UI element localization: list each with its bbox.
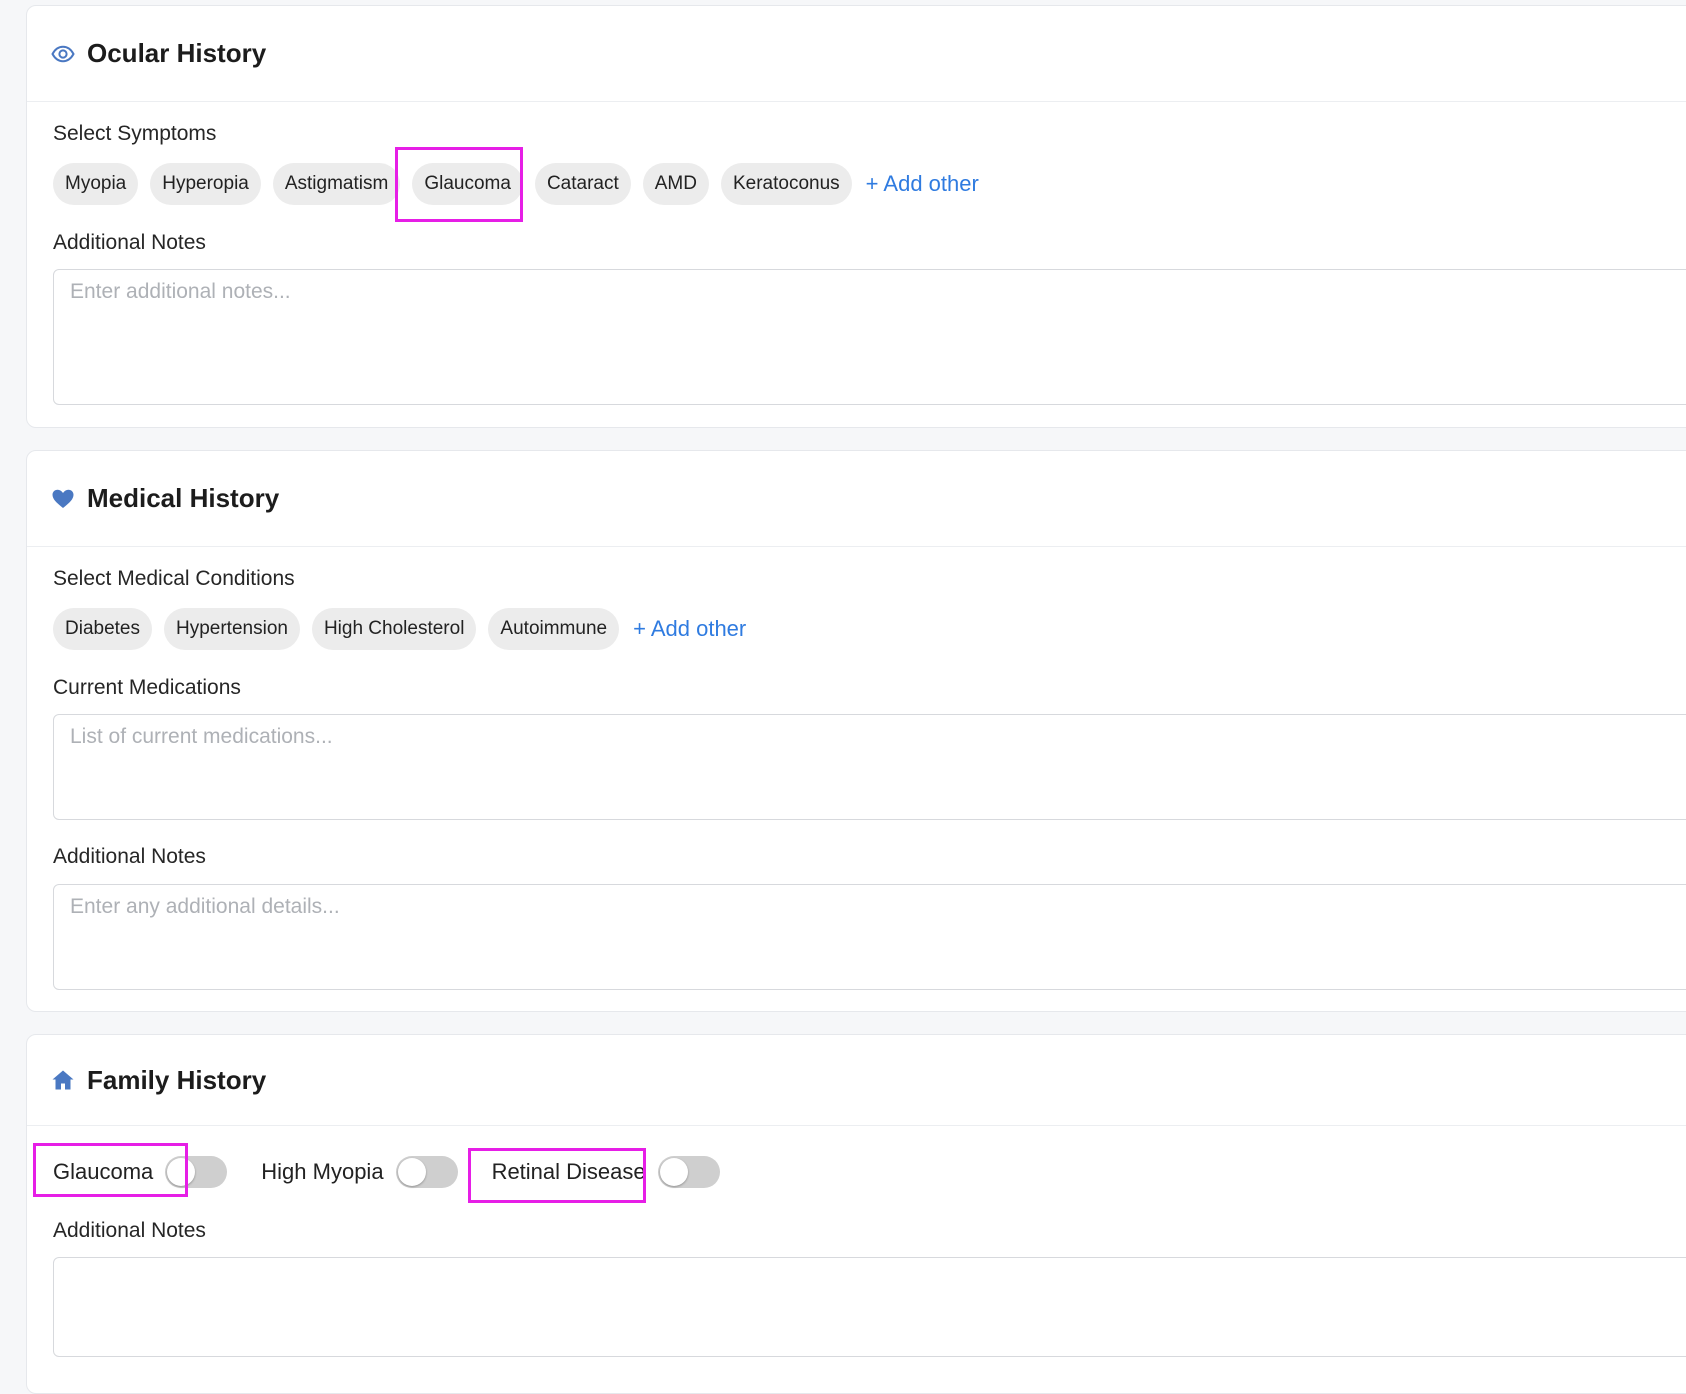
medical-history-header: Medical History bbox=[27, 451, 1686, 547]
medical-history-title: Medical History bbox=[87, 483, 280, 513]
family-history-title: Family History bbox=[87, 1064, 267, 1095]
chip-keratoconus[interactable]: Keratoconus bbox=[720, 163, 852, 205]
eye-icon bbox=[51, 42, 75, 66]
family-notes-input[interactable] bbox=[53, 1257, 1686, 1357]
ocular-history-header: Ocular History bbox=[27, 6, 1686, 102]
ocular-history-card: Ocular History Select Symptoms Myopia Hy… bbox=[26, 5, 1686, 428]
glaucoma-toggle[interactable] bbox=[165, 1156, 228, 1188]
high-myopia-toggle-label: High Myopia bbox=[261, 1159, 384, 1184]
current-medications-label: Current Medications bbox=[53, 676, 241, 699]
chip-diabetes[interactable]: Diabetes bbox=[53, 608, 152, 650]
chip-hypertension[interactable]: Hypertension bbox=[164, 608, 300, 650]
chip-glaucoma[interactable]: Glaucoma bbox=[412, 163, 523, 205]
family-notes-label: Additional Notes bbox=[53, 1219, 206, 1242]
family-history-card: Family History Glaucoma High Myopia Reti… bbox=[26, 1034, 1686, 1394]
chip-autoimmune[interactable]: Autoimmune bbox=[488, 608, 620, 650]
ocular-history-title: Ocular History bbox=[87, 38, 267, 68]
ocular-notes-label: Additional Notes bbox=[53, 231, 206, 254]
chip-astigmatism[interactable]: Astigmatism bbox=[272, 163, 401, 205]
medical-history-card: Medical History Select Medical Condition… bbox=[26, 450, 1686, 1012]
toggle-knob bbox=[659, 1158, 688, 1186]
family-history-header: Family History bbox=[27, 1035, 1686, 1126]
add-other-symptom-link[interactable]: + Add other bbox=[866, 171, 979, 197]
chip-high-cholesterol[interactable]: High Cholesterol bbox=[311, 608, 477, 650]
medical-notes-label: Additional Notes bbox=[53, 845, 206, 868]
medical-notes-input[interactable] bbox=[53, 884, 1686, 990]
retinal-disease-toggle[interactable] bbox=[657, 1156, 720, 1188]
toggle-knob bbox=[167, 1158, 196, 1186]
chip-cataract[interactable]: Cataract bbox=[534, 163, 631, 205]
chip-amd[interactable]: AMD bbox=[642, 163, 709, 205]
condition-chips: Diabetes Hypertension High Cholesterol A… bbox=[53, 608, 746, 650]
symptom-chips: Myopia Hyperopia Astigmatism Glaucoma Ca… bbox=[53, 163, 979, 205]
family-history-toggles: Glaucoma High Myopia Retinal Disease bbox=[53, 1156, 720, 1188]
retinal-disease-toggle-label: Retinal Disease bbox=[491, 1159, 646, 1184]
home-icon bbox=[51, 1068, 75, 1092]
glaucoma-toggle-label: Glaucoma bbox=[53, 1159, 154, 1184]
heart-icon bbox=[51, 487, 75, 511]
select-conditions-label: Select Medical Conditions bbox=[53, 567, 295, 590]
ocular-notes-input[interactable] bbox=[53, 269, 1686, 405]
toggle-knob bbox=[397, 1158, 426, 1186]
add-other-condition-link[interactable]: + Add other bbox=[633, 616, 746, 642]
high-myopia-toggle[interactable] bbox=[395, 1156, 458, 1188]
chip-myopia[interactable]: Myopia bbox=[53, 163, 139, 205]
chip-hyperopia[interactable]: Hyperopia bbox=[150, 163, 261, 205]
select-symptoms-label: Select Symptoms bbox=[53, 122, 217, 145]
current-medications-input[interactable] bbox=[53, 714, 1686, 820]
